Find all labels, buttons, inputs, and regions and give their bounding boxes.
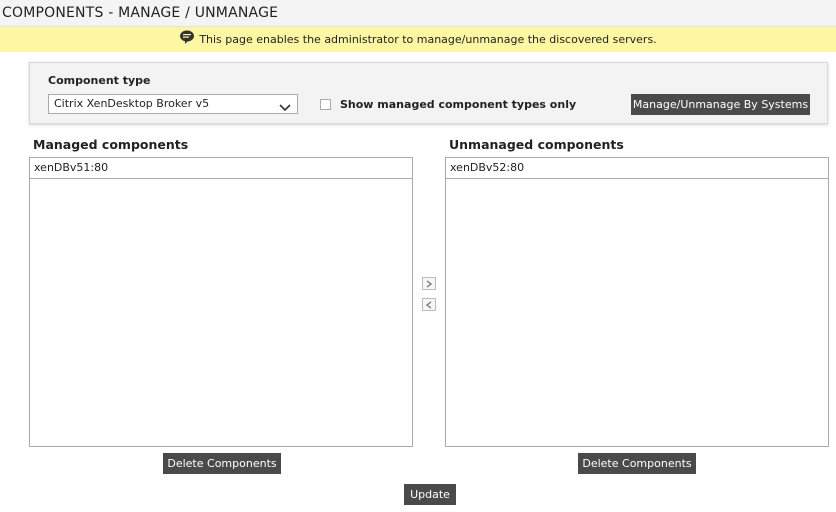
chevron-left-icon bbox=[426, 300, 432, 309]
info-banner: This page enables the administrator to m… bbox=[0, 27, 836, 52]
info-text: This page enables the administrator to m… bbox=[199, 33, 657, 46]
show-managed-checkbox[interactable] bbox=[320, 99, 331, 110]
filter-panel: Component type Citrix XenDesktop Broker … bbox=[29, 62, 828, 124]
delete-managed-components-button[interactable]: Delete Components bbox=[163, 453, 281, 474]
unmanaged-components-list[interactable]: xenDBv52:80 bbox=[445, 157, 829, 447]
component-type-value: Citrix XenDesktop Broker v5 bbox=[54, 97, 210, 110]
show-managed-label: Show managed component types only bbox=[340, 98, 577, 111]
managed-components-list[interactable]: xenDBv51:80 bbox=[29, 157, 413, 447]
manage-by-systems-button[interactable]: Manage/Unmanage By Systems bbox=[631, 94, 810, 115]
managed-components-header: Managed components bbox=[33, 137, 189, 152]
move-right-button[interactable] bbox=[422, 277, 436, 290]
show-managed-toggle[interactable]: Show managed component types only bbox=[320, 98, 576, 111]
page-title: COMPONENTS - MANAGE / UNMANAGE bbox=[0, 0, 836, 27]
list-item[interactable]: xenDBv52:80 bbox=[446, 158, 828, 179]
unmanaged-components-header: Unmanaged components bbox=[449, 137, 624, 152]
chevron-right-icon bbox=[426, 279, 432, 288]
list-item[interactable]: xenDBv51:80 bbox=[30, 158, 412, 179]
component-type-select[interactable]: Citrix XenDesktop Broker v5 bbox=[48, 94, 298, 114]
update-button[interactable]: Update bbox=[404, 484, 456, 505]
move-left-button[interactable] bbox=[422, 298, 436, 311]
component-type-label: Component type bbox=[48, 74, 151, 87]
speech-bubble-icon bbox=[179, 29, 195, 45]
delete-unmanaged-components-button[interactable]: Delete Components bbox=[578, 453, 696, 474]
chevron-down-icon bbox=[279, 100, 291, 112]
